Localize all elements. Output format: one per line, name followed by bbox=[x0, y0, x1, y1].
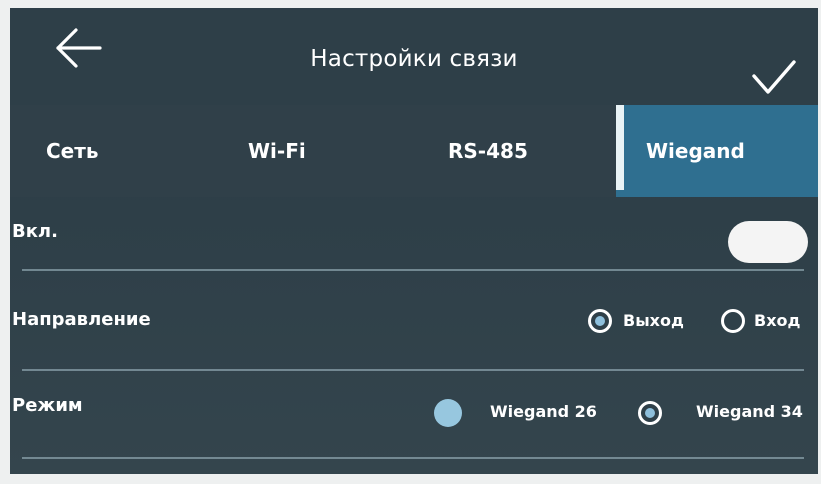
mode-wiegand34-radio[interactable] bbox=[638, 401, 662, 425]
direction-row: Направление Выход Вход bbox=[10, 271, 818, 357]
device-screen: Настройки связи Сеть Wi-Fi RS-485 Wiegan… bbox=[10, 8, 818, 474]
mode-wiegand34-label[interactable]: Wiegand 34 bbox=[696, 402, 803, 421]
header-bar: Настройки связи bbox=[10, 8, 818, 105]
tab-network-label: Сеть bbox=[46, 139, 99, 163]
confirm-button[interactable] bbox=[750, 56, 798, 100]
direction-output-label[interactable]: Выход bbox=[623, 311, 684, 330]
mode-label: Режим bbox=[12, 395, 83, 416]
mode-wiegand26-label[interactable]: Wiegand 26 bbox=[490, 402, 597, 421]
tab-wiegand[interactable]: Wiegand bbox=[616, 105, 818, 197]
enable-toggle[interactable] bbox=[728, 221, 808, 263]
direction-output-radio[interactable] bbox=[588, 309, 612, 333]
page-title: Настройки связи bbox=[310, 46, 518, 72]
tab-wifi-label: Wi-Fi bbox=[248, 139, 306, 163]
mode-row: Режим Wiegand 26 Wiegand 34 bbox=[10, 371, 818, 457]
divider bbox=[22, 457, 804, 459]
tab-network[interactable]: Сеть bbox=[10, 105, 210, 197]
tab-rs485[interactable]: RS-485 bbox=[410, 105, 616, 197]
device-frame: Настройки связи Сеть Wi-Fi RS-485 Wiegan… bbox=[0, 0, 821, 484]
direction-label: Направление bbox=[12, 309, 151, 330]
enable-label: Вкл. bbox=[12, 221, 58, 242]
mode-wiegand26-radio[interactable] bbox=[434, 399, 462, 427]
check-icon bbox=[752, 60, 796, 94]
direction-input-radio[interactable] bbox=[721, 309, 745, 333]
tab-rs485-label: RS-485 bbox=[448, 139, 528, 163]
direction-input-label[interactable]: Вход bbox=[754, 311, 800, 330]
tab-wiegand-label: Wiegand bbox=[646, 139, 745, 163]
tab-bar: Сеть Wi-Fi RS-485 Wiegand bbox=[10, 105, 818, 197]
tab-wifi[interactable]: Wi-Fi bbox=[210, 105, 410, 197]
